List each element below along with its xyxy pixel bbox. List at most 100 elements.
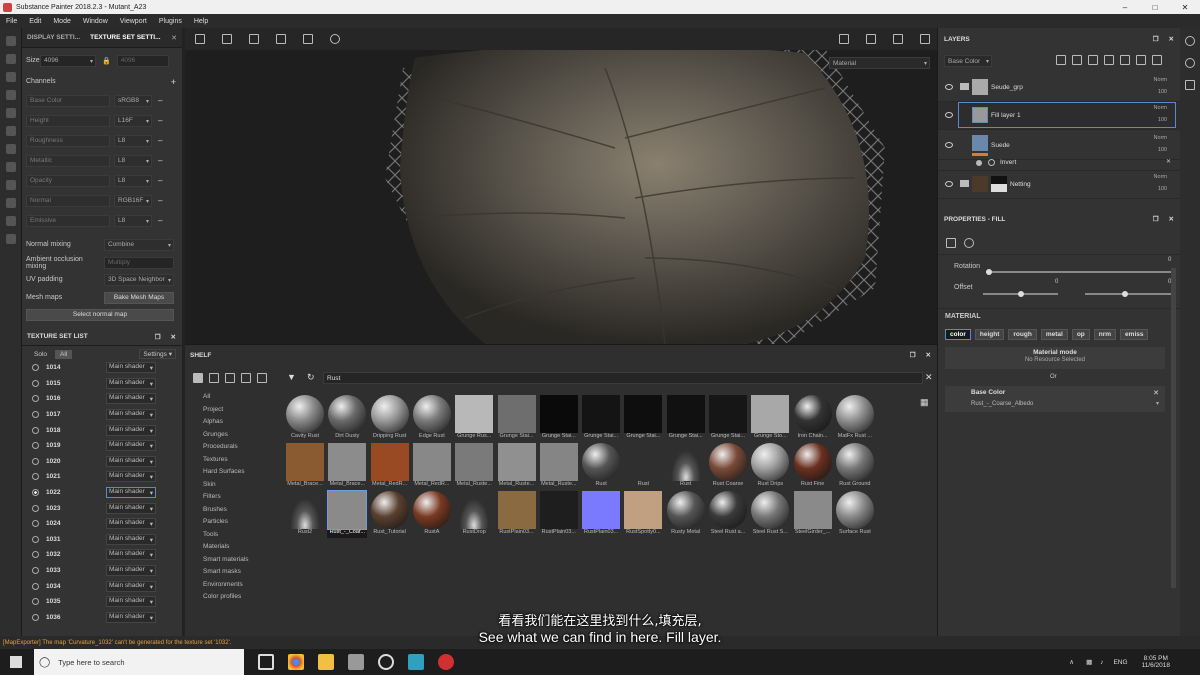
solo-button[interactable]: Solo	[30, 350, 51, 359]
eraser-icon[interactable]	[5, 54, 16, 64]
size-select[interactable]: 4096 ▾	[40, 54, 96, 67]
blend-mode-select[interactable]: Norm	[1154, 105, 1167, 111]
channel-format-select[interactable]: L16F ▾	[114, 114, 152, 127]
maya-icon[interactable]	[408, 654, 424, 670]
material-channel-height[interactable]: height	[974, 329, 1005, 340]
export-icon[interactable]	[5, 234, 16, 244]
blend-mode-select[interactable]: Norm	[1154, 174, 1167, 180]
texture-set-radio[interactable]	[32, 379, 39, 387]
float-icon[interactable]: ❐	[1153, 35, 1159, 43]
texture-set-row[interactable]: 1014 Main shader ▾	[22, 360, 182, 376]
channel-format-select[interactable]: L8 ▾	[114, 134, 152, 147]
eye-icon[interactable]	[945, 84, 953, 90]
shelf-category[interactable]: Alphas	[203, 418, 273, 431]
shelf-item[interactable]: RustPlain03...	[581, 491, 621, 539]
lock-icon[interactable]: 🔒	[102, 57, 111, 65]
shelf-item[interactable]: Rust_-_Coar...	[327, 490, 368, 539]
shelf-item[interactable]: Grunge Sto...	[750, 395, 790, 443]
shelf-item[interactable]: Rusty Metal	[666, 491, 706, 539]
texture-set-radio[interactable]	[32, 567, 39, 575]
menu-help[interactable]: Help	[188, 18, 214, 25]
remove-resource-icon[interactable]: ✕	[1153, 389, 1159, 397]
texture-set-radio[interactable]	[32, 582, 39, 590]
mirror-y-icon[interactable]	[276, 34, 286, 44]
material-channel-emiss[interactable]: emiss	[1120, 329, 1149, 340]
shader-select[interactable]: Main shader ▾	[106, 533, 156, 545]
minimize-button[interactable]: –	[1110, 3, 1140, 12]
shelf-item[interactable]: MatFx Rust ...	[835, 395, 875, 443]
shelf-item[interactable]: Rust_Tutorial	[370, 491, 410, 539]
shader-select[interactable]: Main shader ▾	[106, 377, 156, 389]
chrome-icon[interactable]	[288, 654, 304, 670]
tab-display-settings[interactable]: DISPLAY SETTI...	[22, 34, 85, 41]
texture-set-radio[interactable]	[32, 598, 39, 606]
texture-set-row[interactable]: 1031 Main shader ▾	[22, 532, 182, 548]
shader-select[interactable]: Main shader ▾	[106, 424, 156, 436]
shelf-category[interactable]: Hard Surfaces	[203, 468, 273, 481]
help-icon[interactable]	[1185, 36, 1195, 46]
shelf-category[interactable]: Skin	[203, 481, 273, 494]
shelf-item[interactable]: SteelGirder_...	[793, 491, 833, 539]
shelf-item[interactable]: Metal_Brace...	[285, 443, 325, 491]
material-channel-color[interactable]: color	[945, 329, 971, 340]
remove-channel-icon[interactable]: –	[158, 216, 162, 225]
maximize-button[interactable]: □	[1140, 3, 1170, 12]
shelf-category[interactable]: Textures	[203, 456, 273, 469]
menu-viewport[interactable]: Viewport	[114, 18, 153, 25]
shelf-item[interactable]: Rust Ground	[835, 443, 875, 491]
material-channel-metal[interactable]: metal	[1040, 329, 1068, 340]
channel-format-select[interactable]: RGB16F ▾	[114, 194, 152, 207]
brush-icon[interactable]	[5, 36, 16, 46]
shader-select[interactable]: Main shader ▾	[106, 393, 156, 405]
shelf-item[interactable]: Iron Chain...	[793, 395, 833, 443]
menu-plugins[interactable]: Plugins	[153, 18, 188, 25]
remove-channel-icon[interactable]: –	[158, 96, 162, 105]
shelf-item[interactable]: Grunge Stai...	[623, 395, 663, 443]
material-mode-value[interactable]: No Resource Selected	[945, 357, 1165, 363]
shelf-item[interactable]: Rust Drips	[750, 443, 790, 491]
substance-icon[interactable]	[438, 654, 454, 670]
render-icon[interactable]	[5, 198, 16, 208]
float-icon[interactable]: ❐	[1153, 215, 1159, 223]
channel-name-field[interactable]: Opacity	[26, 174, 110, 187]
material-icon[interactable]	[964, 238, 974, 248]
close-icon[interactable]: ✕	[1169, 35, 1174, 43]
rotation-slider[interactable]	[986, 269, 1176, 275]
task-view-icon[interactable]	[258, 654, 274, 670]
shader-select[interactable]: Main shader ▾	[106, 518, 156, 530]
texture-set-radio[interactable]	[32, 504, 39, 512]
camera-icon[interactable]	[893, 34, 903, 44]
shelf-item[interactable]: Metal_Ruste...	[497, 443, 537, 491]
link-icon[interactable]	[5, 180, 16, 190]
shelf-item[interactable]: RustDrop	[454, 491, 494, 539]
float-icon[interactable]: ❐	[910, 351, 916, 359]
add-mask-icon[interactable]	[1072, 55, 1082, 65]
add-smart-material-icon[interactable]	[1120, 55, 1130, 65]
screenshot-icon[interactable]	[920, 34, 930, 44]
shelf-item[interactable]: Grunge Stai...	[708, 395, 748, 443]
texture-set-radio[interactable]	[32, 489, 39, 497]
shelf-category[interactable]: Tools	[203, 531, 273, 544]
uv-padding-select[interactable]: 3D Space Neighbor ▾	[104, 273, 174, 286]
shelf-item[interactable]: Surface Rust	[835, 491, 875, 539]
log-icon[interactable]	[1185, 80, 1195, 90]
menu-mode[interactable]: Mode	[47, 18, 77, 25]
scrollbar[interactable]	[1171, 268, 1176, 588]
language-indicator[interactable]: ENG	[1113, 659, 1127, 666]
geometry-icon[interactable]	[5, 90, 16, 100]
shelf-item[interactable]: Grunge Stai...	[497, 395, 537, 443]
close-icon[interactable]: ✕	[1169, 215, 1174, 223]
offset-u-slider[interactable]	[983, 291, 1058, 297]
texture-set-row[interactable]: 1020 Main shader ▾	[22, 454, 182, 470]
refresh-icon[interactable]: ↻	[307, 372, 315, 383]
channel-name-field[interactable]: Emissive	[26, 214, 110, 227]
texture-set-radio[interactable]	[32, 473, 39, 481]
shelf-category[interactable]: Grunges	[203, 431, 273, 444]
texture-set-row[interactable]: 1022 Main shader ▾	[22, 485, 182, 501]
float-icon[interactable]: ❐	[155, 333, 161, 341]
history-icon[interactable]	[330, 34, 340, 44]
channel-name-field[interactable]: Metallic	[26, 154, 110, 167]
layer-row[interactable]: Fill layer 1 Norm 100	[938, 102, 1181, 130]
app-icon[interactable]	[348, 654, 364, 670]
gear-icon[interactable]	[5, 162, 16, 172]
